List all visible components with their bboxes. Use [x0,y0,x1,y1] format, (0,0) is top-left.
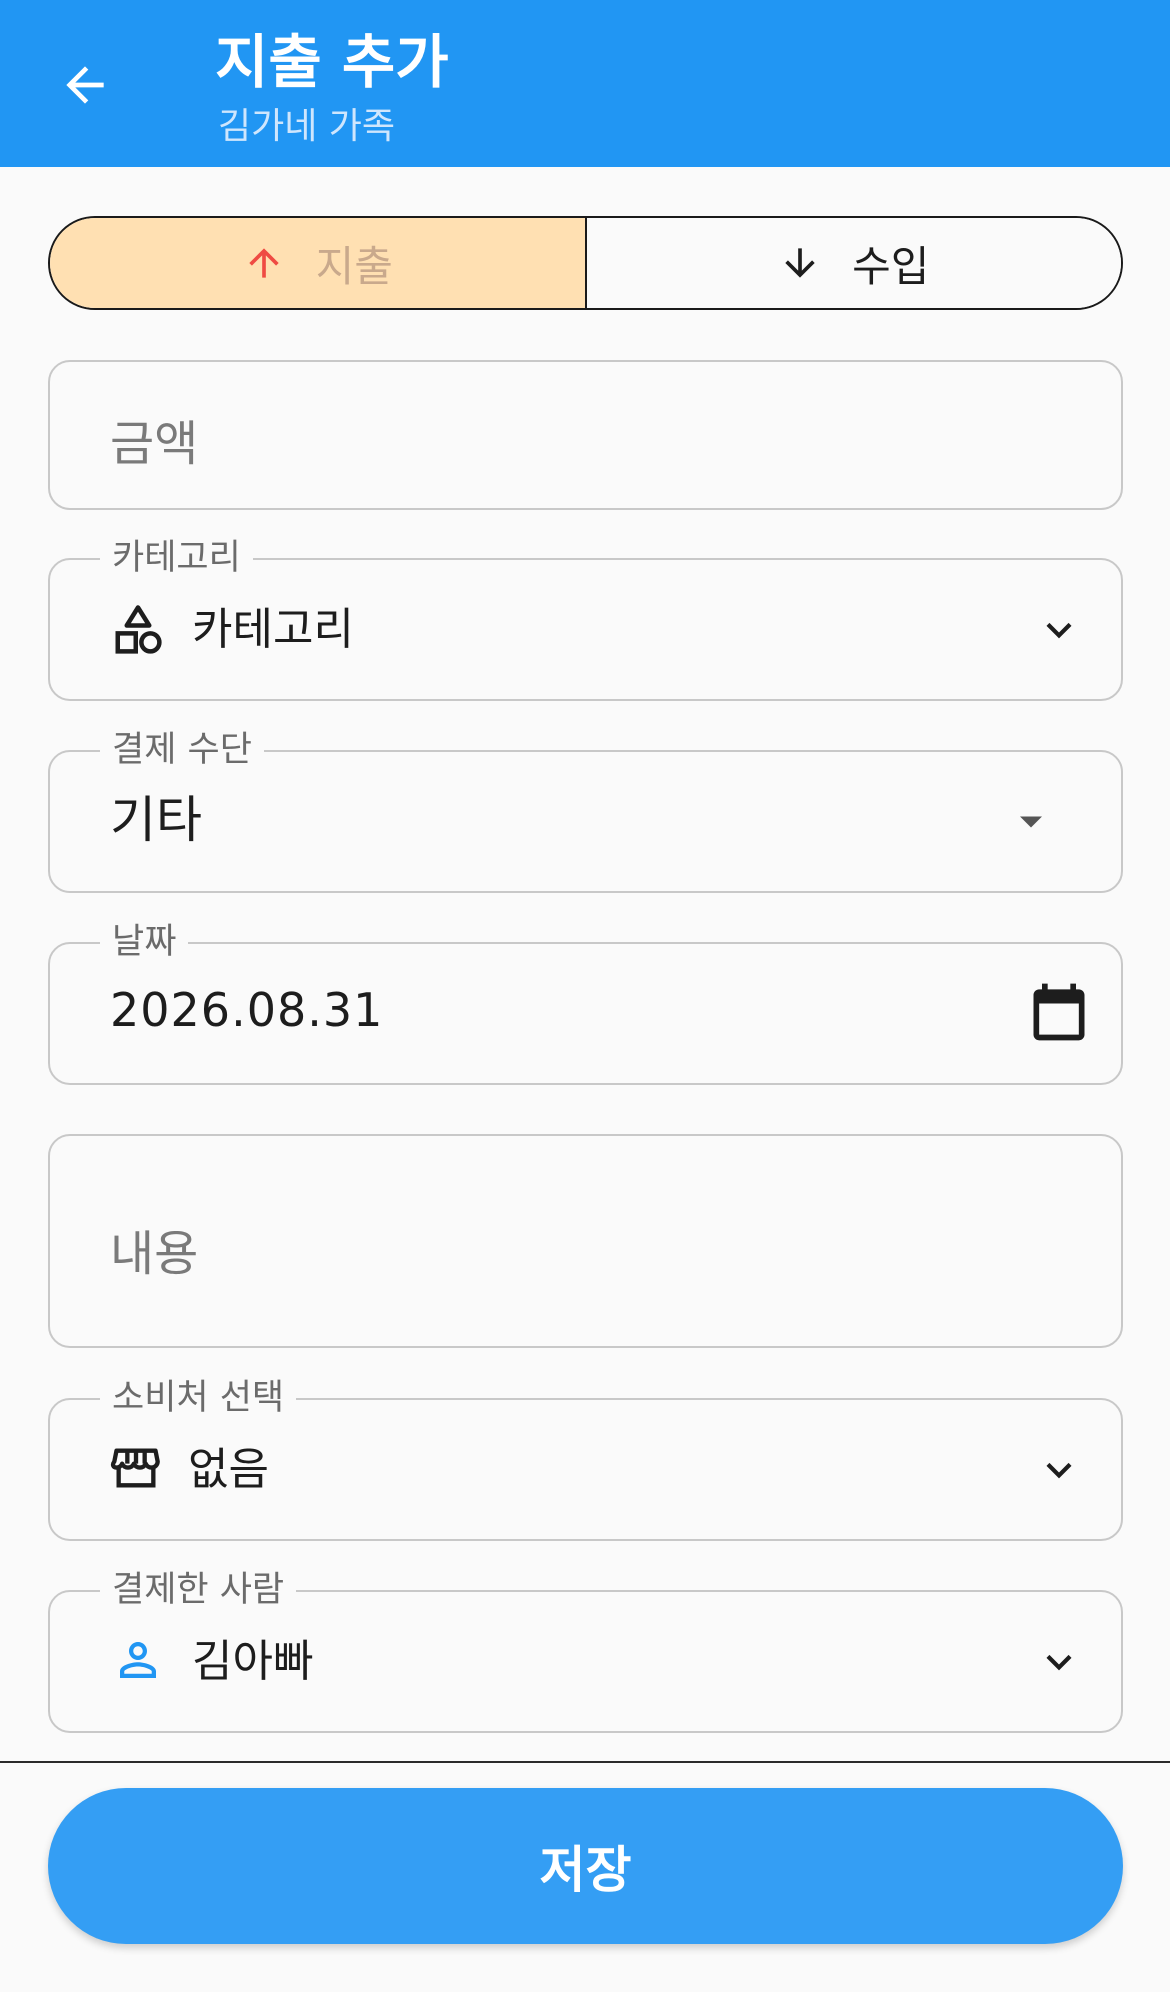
amount-field[interactable]: 금액 [48,360,1123,510]
description-field[interactable]: 내용 [48,1134,1123,1348]
arrow-left-icon [66,66,104,104]
chevron-down-icon [1029,600,1089,660]
merchant-select[interactable]: 소비처 선택 없음 [48,1374,1123,1541]
calendar-icon[interactable] [1023,976,1095,1048]
expense-toggle-button[interactable]: 지출 [50,218,587,308]
arrow-up-icon [248,248,279,278]
payment-method-select[interactable]: 결제 수단 기타 [48,726,1123,893]
category-select[interactable]: 카테고리 카테고리 [48,534,1123,701]
payment-method-value: 기타 [110,791,202,849]
income-toggle-label: 수입 [852,241,930,291]
bottom-divider [0,1761,1170,1763]
page-subtitle: 김가네 가족 [218,106,396,147]
save-button[interactable]: 저장 [48,1788,1123,1944]
category-label: 카테고리 [100,534,253,582]
chevron-down-icon [1029,1632,1089,1692]
merchant-value: 없음 [188,1444,269,1495]
date-label: 날짜 [100,918,189,966]
transaction-type-toggle: 지출 수입 [48,216,1123,310]
payer-select[interactable]: 결제한 사람 김아빠 [48,1566,1123,1733]
payer-value: 김아빠 [192,1636,314,1687]
arrow-down-icon [785,248,815,278]
save-button-label: 저장 [539,1841,632,1899]
merchant-label: 소비처 선택 [100,1374,297,1422]
app-bar: 지출 추가 김가네 가족 [0,0,1170,167]
page-title: 지출 추가 [215,28,449,96]
payment-method-label: 결제 수단 [100,726,264,774]
category-shapes-icon [110,602,166,658]
expense-toggle-label: 지출 [315,241,393,291]
income-toggle-button[interactable]: 수입 [586,218,1121,308]
dropdown-arrow-icon [1001,792,1061,852]
category-value: 카테고리 [192,604,354,655]
payer-label: 결제한 사람 [100,1566,297,1614]
chevron-down-icon [1029,1440,1089,1500]
date-value: 2026.08.31 [110,983,384,1037]
description-placeholder: 내용 [110,1226,199,1282]
date-field[interactable]: 날짜 2026.08.31 [48,918,1123,1085]
amount-placeholder: 금액 [110,416,199,472]
person-icon [110,1632,166,1688]
store-icon [108,1440,164,1496]
back-button[interactable] [40,40,130,130]
